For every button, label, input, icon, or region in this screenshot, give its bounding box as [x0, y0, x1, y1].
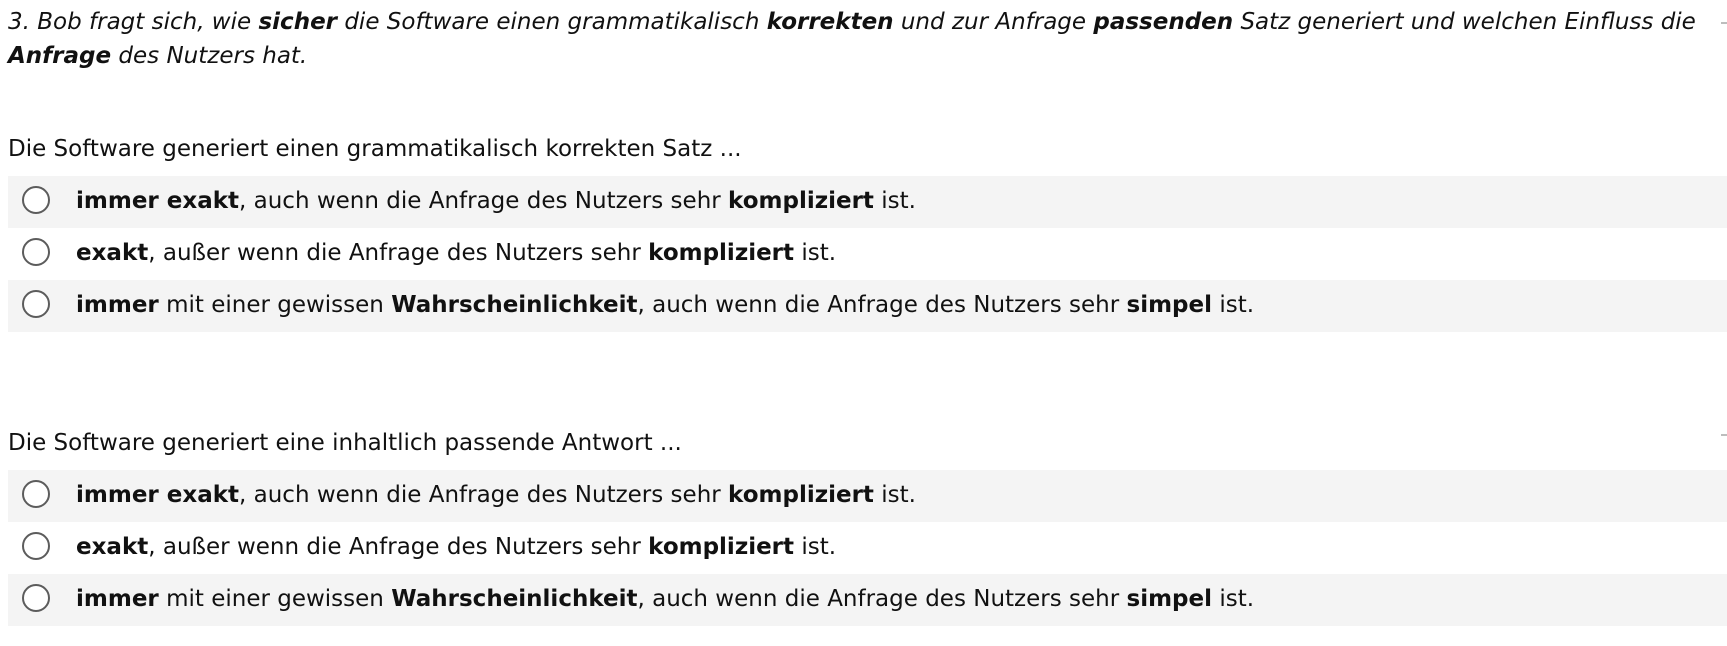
option-text: , auch wenn die Anfrage des Nutzers sehr [637, 292, 1127, 318]
option-text: ist. [1212, 586, 1255, 612]
section-2-options: immer exakt, auch wenn die Anfrage des N… [8, 470, 1727, 626]
option-label: immer exakt, auch wenn die Anfrage des N… [76, 480, 916, 510]
edge-tick-mark [1721, 22, 1727, 24]
section-1-intro: Die Software generiert einen grammatikal… [8, 136, 742, 162]
question-text-6: Satz generiert und welchen Einfluss die [1233, 9, 1696, 35]
question-text-5: passenden [1093, 9, 1234, 35]
option-text-bold: kompliziert [648, 240, 795, 266]
option-label: exakt, außer wenn die Anfrage des Nutzer… [76, 532, 836, 562]
option-text-bold: kompliziert [728, 482, 874, 508]
option-text: , auch wenn die Anfrage des Nutzers sehr [239, 188, 729, 214]
radio-button-circle-icon[interactable] [22, 238, 50, 266]
radio-button-circle-icon[interactable] [22, 532, 50, 560]
option-text-bold: Wahrscheinlichkeit [391, 292, 638, 318]
question-title: 3. Bob fragt sich, wie sicher die Softwa… [8, 5, 1698, 73]
option-label: immer mit einer gewissen Wahrscheinlichk… [76, 584, 1254, 614]
question-text-1: sicher [258, 9, 338, 35]
option-text: mit einer gewissen [158, 586, 392, 612]
option-text-bold: simpel [1126, 586, 1213, 612]
option-text-bold: exakt [76, 240, 149, 266]
option-text-bold: immer [76, 292, 159, 318]
option-text: ist. [794, 240, 837, 266]
option-text-bold: immer [76, 586, 159, 612]
section-1-option-1[interactable]: immer exakt, auch wenn die Anfrage des N… [8, 176, 1727, 228]
option-label: exakt, außer wenn die Anfrage des Nutzer… [76, 238, 836, 268]
option-text-bold: kompliziert [728, 188, 874, 214]
section-1-options: immer exakt, auch wenn die Anfrage des N… [8, 176, 1727, 332]
option-text-bold: Wahrscheinlichkeit [391, 586, 638, 612]
option-text: ist. [794, 534, 837, 560]
section-2-option-1[interactable]: immer exakt, auch wenn die Anfrage des N… [8, 470, 1727, 522]
option-text: ist. [873, 188, 916, 214]
option-text: , außer wenn die Anfrage des Nutzers seh… [148, 534, 649, 560]
radio-button-circle-icon[interactable] [22, 584, 50, 612]
section-1-option-2[interactable]: exakt, außer wenn die Anfrage des Nutzer… [8, 228, 1727, 280]
question-text-4: und zur Anfrage [893, 9, 1094, 35]
question-text-8: des Nutzers hat. [111, 43, 308, 69]
question-text-2: die Software einen grammatikalisch [337, 9, 767, 35]
option-text: , auch wenn die Anfrage des Nutzers sehr [239, 482, 729, 508]
section-2-option-2[interactable]: exakt, außer wenn die Anfrage des Nutzer… [8, 522, 1727, 574]
option-text: , außer wenn die Anfrage des Nutzers seh… [148, 240, 649, 266]
option-text: ist. [1212, 292, 1255, 318]
option-text-bold: immer exakt [76, 482, 240, 508]
radio-button-circle-icon[interactable] [22, 290, 50, 318]
option-label: immer exakt, auch wenn die Anfrage des N… [76, 186, 916, 216]
option-text-bold: immer exakt [76, 188, 240, 214]
option-text: , auch wenn die Anfrage des Nutzers sehr [637, 586, 1127, 612]
option-text: mit einer gewissen [158, 292, 392, 318]
radio-button-circle-icon[interactable] [22, 480, 50, 508]
section-2-option-3[interactable]: immer mit einer gewissen Wahrscheinlichk… [8, 574, 1727, 626]
section-2-intro: Die Software generiert eine inhaltlich p… [8, 430, 682, 456]
radio-button-circle-icon[interactable] [22, 186, 50, 214]
edge-tick-mark [1721, 434, 1727, 436]
option-text-bold: kompliziert [648, 534, 795, 560]
option-text-bold: simpel [1126, 292, 1213, 318]
option-text: ist. [873, 482, 916, 508]
question-text-0: 3. Bob fragt sich, wie [8, 9, 259, 35]
question-text-3: korrekten [766, 9, 894, 35]
option-text-bold: exakt [76, 534, 149, 560]
section-1-option-3[interactable]: immer mit einer gewissen Wahrscheinlichk… [8, 280, 1727, 332]
option-label: immer mit einer gewissen Wahrscheinlichk… [76, 290, 1254, 320]
question-text-7: Anfrage [8, 43, 112, 69]
